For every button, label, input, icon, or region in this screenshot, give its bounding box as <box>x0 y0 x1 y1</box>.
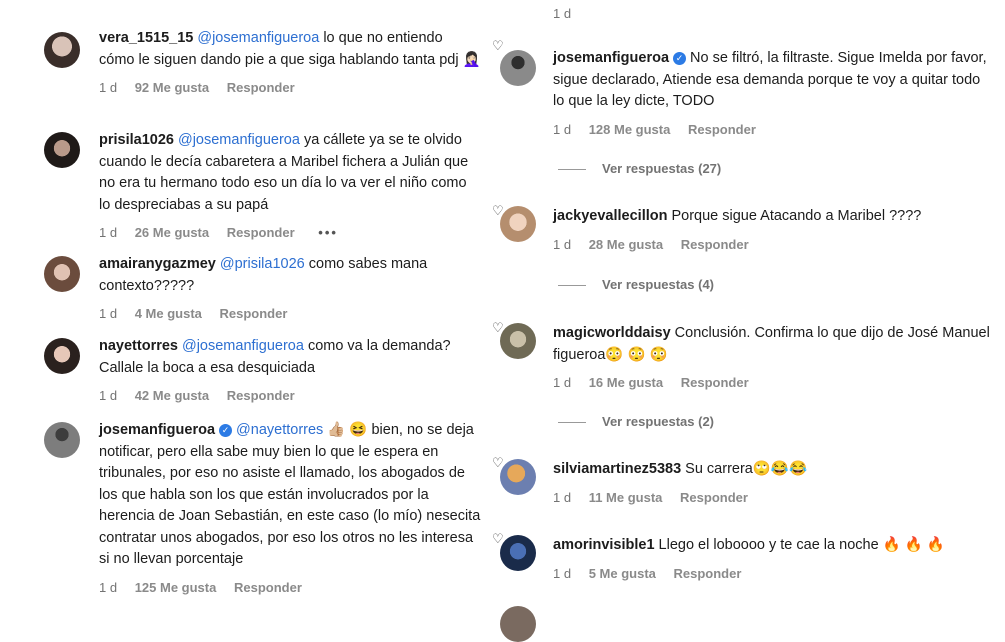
comment-time: 1 d <box>553 121 572 137</box>
comment-time: 1 d <box>99 80 118 95</box>
reply-button[interactable]: Responder <box>680 490 748 505</box>
comment-text: prisila1026 @josemanfigueroa ya cállete y… <box>99 130 481 216</box>
view-replies-label: Ver respuestas (4) <box>602 277 715 292</box>
avatar[interactable] <box>44 132 80 168</box>
reply-button[interactable]: Responder <box>681 237 749 252</box>
reply-button[interactable]: Responder <box>674 566 742 581</box>
likes-count[interactable]: 4 Me gusta <box>135 306 202 321</box>
username[interactable]: magicworlddaisy <box>553 325 671 341</box>
reply-button[interactable]: Responder <box>688 122 756 137</box>
reply-button[interactable]: Responder <box>234 580 302 595</box>
avatar[interactable] <box>44 256 80 292</box>
reply-button[interactable]: Responder <box>227 388 295 403</box>
comment-content: 👍🏼 😆 bien, no se deja notificar, pero el… <box>99 422 481 567</box>
likes-count[interactable]: 128 Me gusta <box>589 122 671 137</box>
likes-count[interactable]: 26 Me gusta <box>135 225 209 240</box>
username[interactable]: jackyevallecillon <box>553 208 667 224</box>
likes-count[interactable]: 16 Me gusta <box>589 375 663 390</box>
comments-column-left: vera_1515_15 @josemanfigueroa lo que no e… <box>0 0 495 620</box>
avatar[interactable] <box>500 206 536 242</box>
more-options-icon[interactable]: ••• <box>318 225 338 240</box>
view-replies-label: Ver respuestas (2) <box>602 414 715 429</box>
avatar[interactable] <box>500 50 536 86</box>
comment-meta: 1 d 11 Me gusta Responder <box>553 487 991 509</box>
comment-content: Porque sigue Atacando a Maribel ???? <box>671 208 922 224</box>
reply-button[interactable]: Responder <box>220 306 288 321</box>
username[interactable]: silviamartinez5383 <box>553 461 681 477</box>
divider <box>558 422 586 424</box>
likes-count[interactable]: 28 Me gusta <box>589 237 663 252</box>
avatar[interactable] <box>500 606 536 642</box>
comment-time: 1 d <box>553 489 572 505</box>
username[interactable]: josemanfigueroa <box>99 422 215 438</box>
likes-count[interactable]: 42 Me gusta <box>135 388 209 403</box>
avatar[interactable] <box>44 338 80 374</box>
view-replies-label: Ver respuestas (27) <box>602 161 722 176</box>
mention-link[interactable]: @prisila1026 <box>220 256 305 272</box>
view-replies-button[interactable]: Ver respuestas (27) <box>558 161 721 176</box>
username[interactable]: nayettorres <box>99 338 178 354</box>
comment-text: jackyevallecillon Porque sigue Atacando a… <box>553 206 991 228</box>
username[interactable]: amairanygazmey <box>99 256 216 272</box>
mention-link[interactable]: @josemanfigueroa <box>182 338 304 354</box>
comment-time: 1 d <box>553 565 572 581</box>
avatar[interactable] <box>500 323 536 359</box>
comment-meta: 1 d 42 Me gusta Responder <box>99 385 481 407</box>
comment-time: 1 d <box>99 306 118 321</box>
comment-meta: 1 d 92 Me gusta Responder <box>99 77 481 99</box>
avatar[interactable] <box>500 459 536 495</box>
mention-link[interactable]: @nayettorres <box>236 422 323 438</box>
username[interactable]: josemanfigueroa <box>553 50 669 66</box>
view-replies-button[interactable]: Ver respuestas (2) <box>558 414 714 429</box>
reply-button[interactable]: Responder <box>681 375 749 390</box>
mention-link[interactable]: @josemanfigueroa <box>178 132 300 148</box>
reply-button[interactable]: Responder <box>227 80 295 95</box>
divider <box>558 285 586 287</box>
comment-meta: 1 d 128 Me gusta Responder <box>553 119 991 141</box>
comment-meta: 1 d 125 Me gusta Responder <box>99 577 481 599</box>
comment-meta: 1 d 28 Me gusta Responder <box>553 234 991 256</box>
username[interactable]: vera_1515_15 <box>99 30 193 46</box>
comment-meta: 1 d 5 Me gusta Responder <box>553 563 991 585</box>
comment-text: amairanygazmey @prisila1026 como sabes ma… <box>99 254 481 297</box>
comment-meta: 1 d 26 Me gusta Responder ••• <box>99 222 481 244</box>
comment-time: 1 d <box>99 579 118 595</box>
likes-count[interactable]: 11 Me gusta <box>589 490 663 505</box>
view-replies-button[interactable]: Ver respuestas (4) <box>558 277 714 292</box>
mention-link[interactable]: @josemanfigueroa <box>197 30 319 46</box>
comment-content: Su carrera🙄😂😂 <box>685 461 808 477</box>
avatar[interactable] <box>44 32 80 68</box>
comment-text: amorinvisible1 Llego el loboooo y te cae … <box>553 535 991 557</box>
comment-time: 1 d <box>99 225 118 240</box>
comment-time: 1 d <box>553 6 572 21</box>
comment-text: silviamartinez5383 Su carrera🙄😂😂 <box>553 459 991 481</box>
comment-content: Llego el loboooo y te cae la noche 🔥 🔥 🔥 <box>658 537 945 553</box>
comment-text: vera_1515_15 @josemanfigueroa lo que no e… <box>99 28 481 71</box>
avatar[interactable] <box>500 535 536 571</box>
username[interactable]: amorinvisible1 <box>553 537 655 553</box>
comment-meta: 1 d 4 Me gusta Responder <box>99 303 481 325</box>
reply-button[interactable]: Responder <box>227 225 295 240</box>
comment-text: nayettorres @josemanfigueroa como va la d… <box>99 336 481 379</box>
verified-badge-icon: ✓ <box>219 424 233 437</box>
comment-text: josemanfigueroa ✓ No se filtró, la filtras… <box>553 48 991 113</box>
divider <box>558 169 586 171</box>
username[interactable]: prisila1026 <box>99 132 174 148</box>
comment-time: 1 d <box>99 388 118 403</box>
avatar[interactable] <box>44 422 80 458</box>
comment-text: josemanfigueroa ✓ @nayettorres 👍🏼 😆 bien, … <box>99 420 481 571</box>
comments-column-right: 1 d ♡ josemanfigueroa ✓ No se filtró, la f… <box>492 0 1005 642</box>
comment-time: 1 d <box>553 375 572 390</box>
comment-meta: 1 d 16 Me gusta Responder <box>553 372 991 394</box>
likes-count[interactable]: 92 Me gusta <box>135 80 209 95</box>
comment-text: magicworlddaisy Conclusión. Confirma lo q… <box>553 323 991 366</box>
heart-icon[interactable]: ♡ <box>492 38 504 54</box>
comment-time: 1 d <box>553 236 572 252</box>
verified-badge-icon: ✓ <box>673 52 687 65</box>
likes-count[interactable]: 125 Me gusta <box>135 580 217 595</box>
likes-count[interactable]: 5 Me gusta <box>589 566 656 581</box>
